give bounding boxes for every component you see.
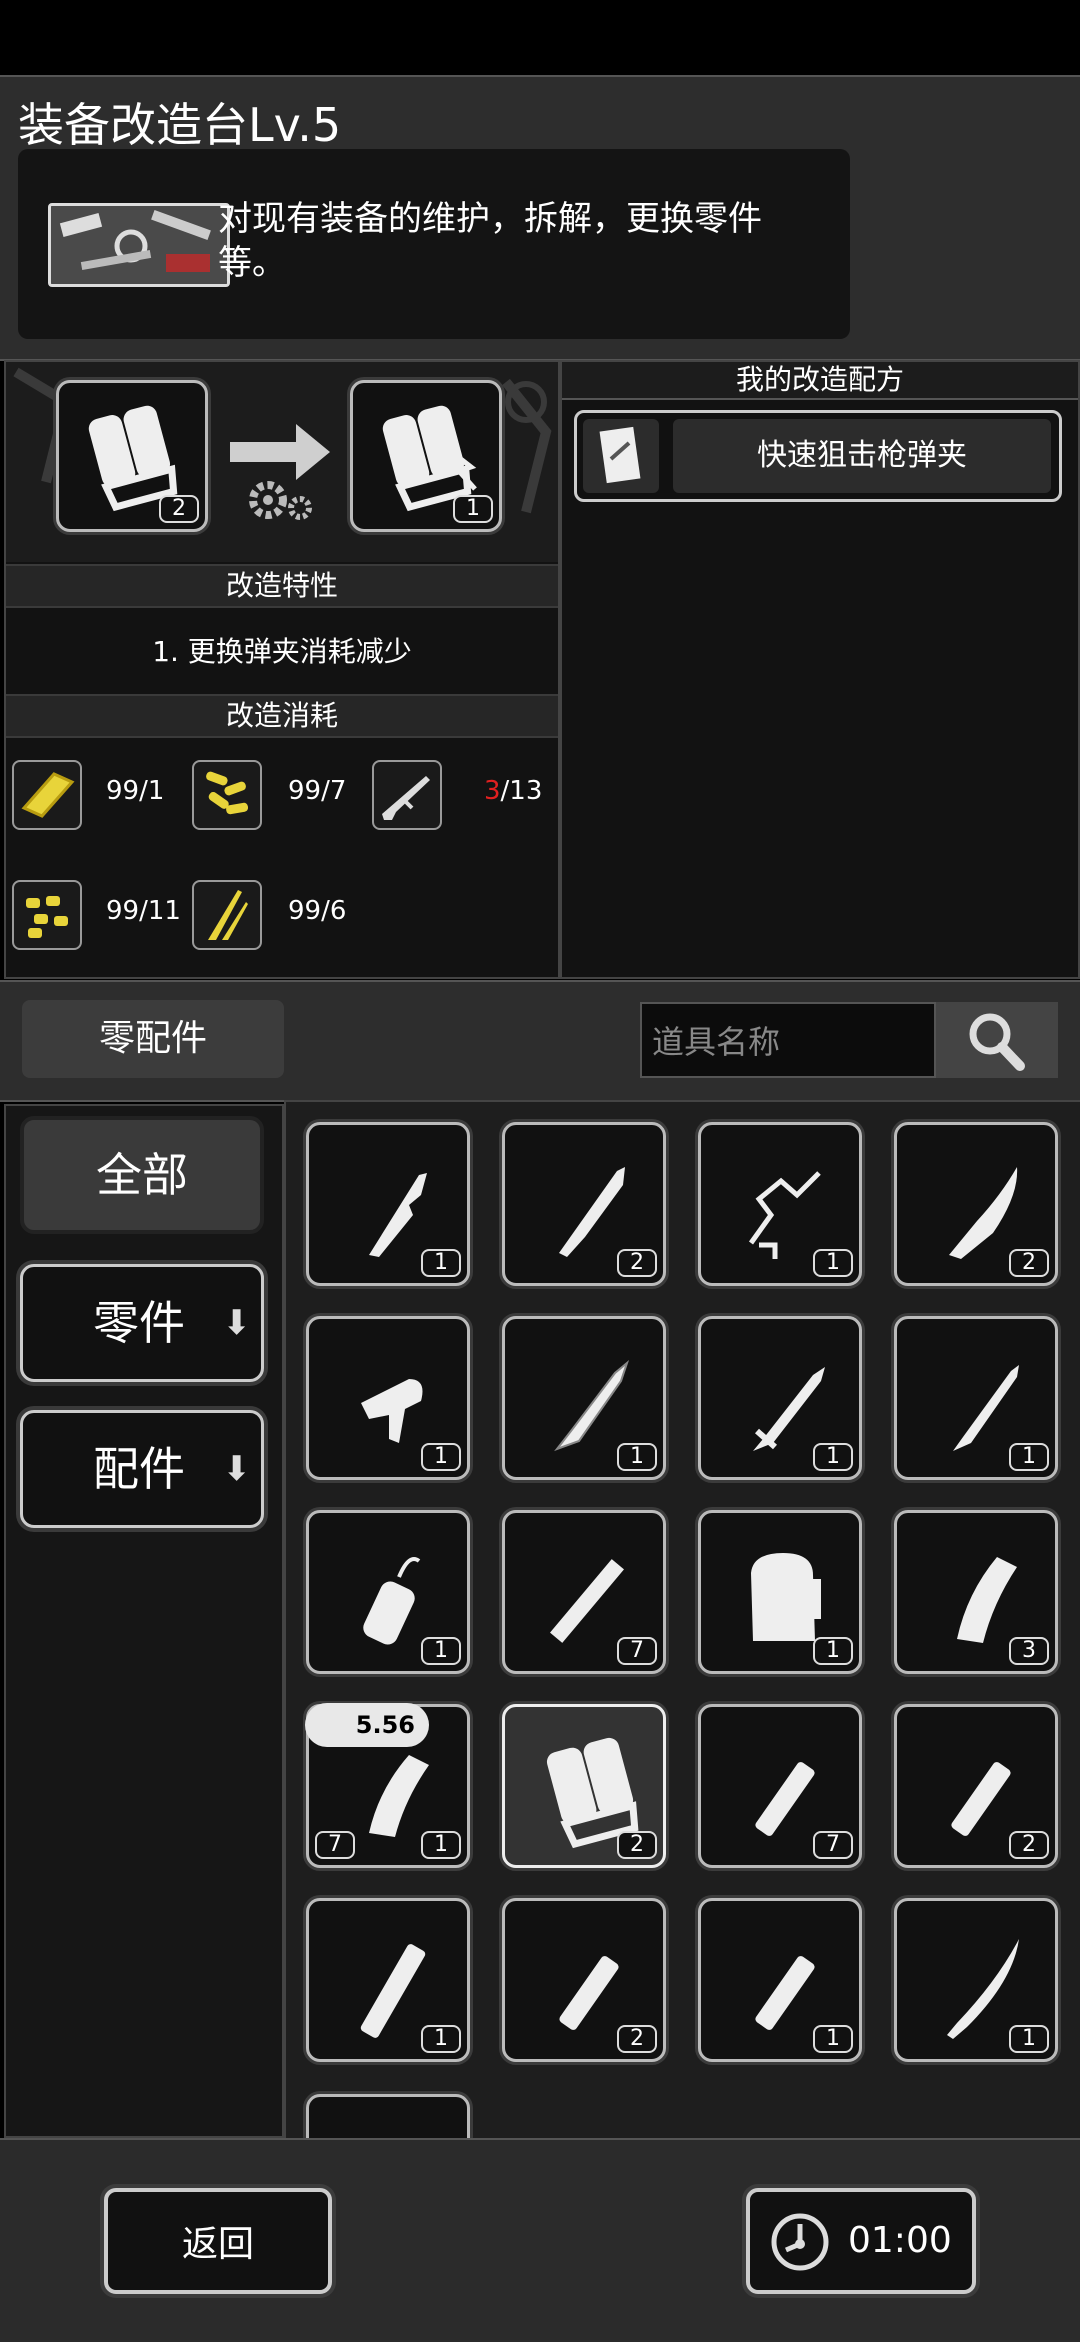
recipe-label: 快速狙击枪弹夹 <box>673 419 1051 493</box>
cost-rifle: 3/13 <box>484 776 543 806</box>
inventory-item[interactable]: 2 <box>502 1898 666 2062</box>
inventory-item-count: 1 <box>813 1443 853 1471</box>
inventory-item-count: 2 <box>1009 1831 1049 1859</box>
inventory-item-count: 7 <box>617 1637 657 1665</box>
inventory-grid: 1 2 1 2 1 1 1 1 1 7 1 3 1 5.56 7 2 7 2 1 2 1 1 <box>284 1100 1080 2142</box>
inventory-item-count: 3 <box>1009 1637 1049 1665</box>
inventory-item[interactable]: 2 <box>894 1122 1058 1286</box>
inventory-item-count: 1 <box>421 1249 461 1277</box>
inventory-item-count: 1 <box>421 2025 461 2053</box>
timer-value: 01:00 <box>848 2220 952 2261</box>
inventory-item[interactable]: 1 <box>698 1510 862 1674</box>
inventory-item[interactable]: 1 5.56 7 <box>305 1703 470 1868</box>
inventory-item-count: 1 <box>1009 1443 1049 1471</box>
category-parts[interactable]: 零件 ⬇ <box>20 1264 264 1382</box>
result-item-count: 1 <box>453 495 493 523</box>
inventory-item-count: 1 <box>421 1831 461 1859</box>
gold-bar-icon <box>12 760 82 830</box>
search-button[interactable] <box>936 1002 1058 1078</box>
cost-gold-bar: 99/1 <box>106 776 165 806</box>
inventory-item-count: 1 <box>617 1443 657 1471</box>
inventory-item-count: 1 <box>421 1443 461 1471</box>
inventory-item[interactable]: 2 <box>502 1704 666 1868</box>
cost-bullets: 99/7 <box>288 776 347 806</box>
arrow-down-icon: ⬇ <box>222 1449 252 1489</box>
category-all[interactable]: 全部 <box>20 1116 264 1234</box>
modify-panel: 2 1 改造特性 1. 更换弹夹消耗减少 改造消耗 99/1 99/7 3/13… <box>4 360 560 979</box>
modify-arrow-gears-icon <box>230 424 330 520</box>
cost-nuts: 99/11 <box>106 896 181 926</box>
cost-blade-shards: 99/6 <box>288 896 347 926</box>
clock-icon <box>771 2213 829 2271</box>
source-item-slot[interactable]: 2 <box>56 380 208 532</box>
station-header: 装备改造台Lv.5 对现有装备的维护，拆解，更换零件等。 <box>0 75 1080 361</box>
inventory-item-partial[interactable] <box>306 2094 470 2140</box>
tab-parts[interactable]: 零配件 <box>22 1000 284 1078</box>
inventory-item[interactable]: 3 <box>894 1510 1058 1674</box>
inventory-item[interactable]: 1 <box>306 1898 470 2062</box>
recipe-item[interactable]: 快速狙击枪弹夹 <box>574 410 1062 502</box>
inventory-item[interactable]: 1 <box>306 1510 470 1674</box>
inventory-item-count: 1 <box>813 1637 853 1665</box>
arrow-down-icon: ⬇ <box>222 1303 252 1343</box>
inventory-item[interactable]: 2 <box>894 1704 1058 1868</box>
inventory-item-count: 1 <box>1009 2025 1049 2053</box>
traits-header: 改造特性 <box>6 564 558 608</box>
result-item-slot[interactable]: 1 <box>350 380 502 532</box>
inventory-item[interactable]: 1 <box>698 1122 862 1286</box>
category-all-label: 全部 <box>96 1148 188 1202</box>
inventory-item[interactable]: 1 <box>698 1316 862 1480</box>
bottom-bar: 返回 01:00 <box>0 2138 1080 2342</box>
station-description-box: 对现有装备的维护，拆解，更换零件等。 <box>18 149 850 339</box>
inventory-item[interactable]: 1 <box>306 1122 470 1286</box>
inventory-item-count: 2 <box>617 2025 657 2053</box>
station-description-text: 对现有装备的维护，拆解，更换零件等。 <box>218 199 762 283</box>
source-item-count: 2 <box>159 495 199 523</box>
inventory-item-count: 2 <box>1009 1249 1049 1277</box>
inventory-item-extra-count: 7 <box>315 1831 355 1859</box>
inventory-item[interactable]: 7 <box>698 1704 862 1868</box>
ammo-caliber-badge: 5.56 <box>305 1703 429 1747</box>
inventory-item[interactable]: 7 <box>502 1510 666 1674</box>
inventory-item-count: 2 <box>617 1249 657 1277</box>
inventory-item-count: 1 <box>421 1637 461 1665</box>
inventory-item[interactable]: 1 <box>894 1898 1058 2062</box>
inventory-item-count: 1 <box>813 1249 853 1277</box>
inventory-item-count: 1 <box>813 2025 853 2053</box>
trait-item: 1. 更换弹夹消耗减少 <box>152 635 412 668</box>
inventory-item[interactable]: 1 <box>698 1898 862 2062</box>
inventory-item[interactable]: 1 <box>306 1316 470 1480</box>
search-input[interactable]: 道具名称 <box>640 1002 936 1078</box>
inventory-item-count: 7 <box>813 1831 853 1859</box>
filter-bar: 零配件 道具名称 <box>0 980 1080 1102</box>
workbench-tools-icon <box>48 203 230 287</box>
category-accessories[interactable]: 配件 ⬇ <box>20 1410 264 1528</box>
inventory-item[interactable]: 1 <box>502 1316 666 1480</box>
rifle-icon <box>372 760 442 830</box>
inventory-item[interactable]: 2 <box>502 1122 666 1286</box>
inventory-item-count: 2 <box>617 1831 657 1859</box>
timer-button[interactable]: 01:00 <box>746 2188 976 2294</box>
blade-shards-icon <box>192 880 262 950</box>
bullets-pile-icon <box>192 760 262 830</box>
inventory-item[interactable]: 1 <box>894 1316 1058 1480</box>
cost-header: 改造消耗 <box>6 694 558 738</box>
recipe-panel: 我的改造配方 快速狙击枪弹夹 <box>560 360 1080 979</box>
station-title: 装备改造台Lv.5 <box>18 98 342 152</box>
category-panel: 全部 零件 ⬇ 配件 ⬇ <box>4 1104 284 2138</box>
recipe-header: 我的改造配方 <box>562 362 1078 400</box>
nuts-icon <box>12 880 82 950</box>
category-parts-label: 零件 <box>93 1296 185 1350</box>
back-button[interactable]: 返回 <box>104 2188 332 2294</box>
category-accessories-label: 配件 <box>93 1442 185 1496</box>
recipe-scroll-icon <box>583 419 659 493</box>
search-icon <box>969 1013 1025 1071</box>
